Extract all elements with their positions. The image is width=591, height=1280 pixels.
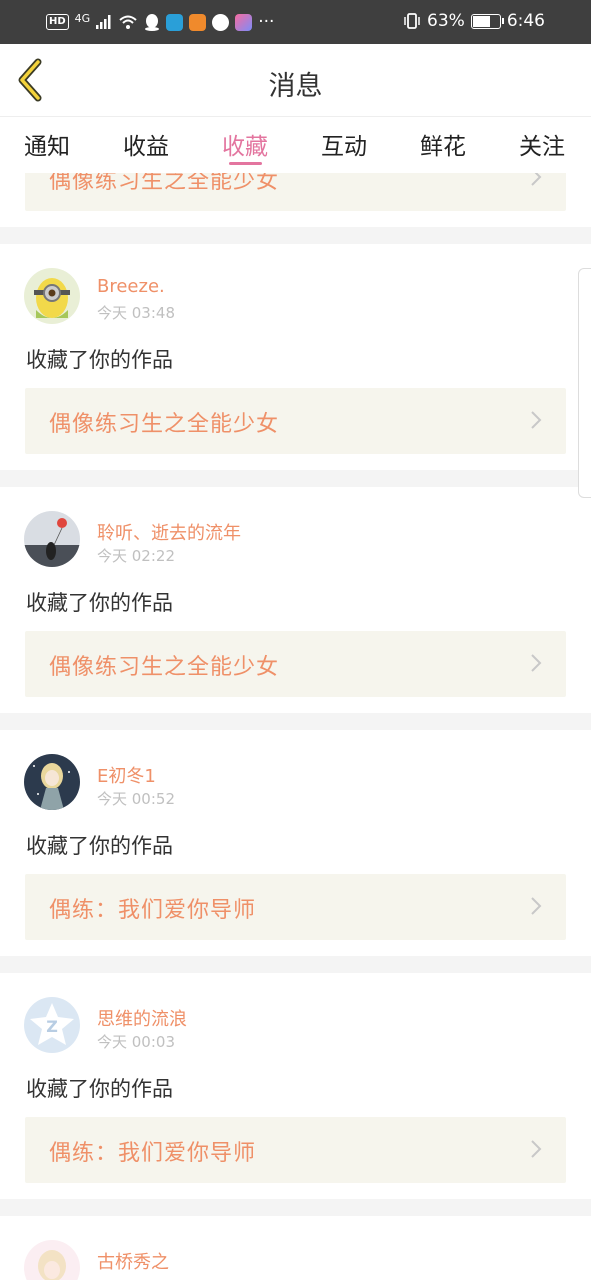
status-bar: HD 4G ··· 63% 6:46	[0, 0, 591, 44]
work-title: 偶练：我们爱你导师	[49, 898, 257, 923]
work-title: 偶练：我们爱你导师	[49, 1141, 257, 1166]
default-z-avatar[interactable]: Z	[24, 997, 80, 1053]
tab-bar: 通知 收益 收藏 互动 鲜花 关注	[0, 117, 591, 173]
tab-notifications[interactable]: 通知	[24, 127, 70, 161]
list-item: E初冬1 今天 00:52 收藏了你的作品 偶练：我们爱你导师	[0, 730, 591, 956]
action-text: 收藏了你的作品	[26, 348, 173, 372]
chevron-right-icon	[531, 1140, 542, 1158]
message-time: 今天 02:22	[97, 547, 175, 565]
more-icon: ···	[258, 12, 275, 32]
page-title: 消息	[268, 71, 323, 102]
app-icon-hand	[212, 13, 230, 31]
side-scroll-handle[interactable]	[578, 268, 591, 498]
message-time: 今天 00:03	[97, 1033, 175, 1051]
svg-text:Z: Z	[46, 1017, 58, 1036]
user-name[interactable]: 古桥秀之	[97, 1248, 169, 1274]
chevron-right-icon	[531, 897, 542, 915]
app-icon-colorful	[235, 13, 253, 31]
chevron-right-icon	[531, 173, 542, 186]
user-name[interactable]: Breeze.	[97, 276, 165, 297]
signal-icon: 4G	[74, 11, 91, 25]
tab-favorites[interactable]: 收藏	[222, 127, 268, 161]
message-list[interactable]: 偶像练习生之全能少女 Breeze. 今天 03:48 收藏了你的作品 偶像练习…	[0, 173, 591, 1280]
status-right: 63% 6:46	[403, 11, 545, 31]
active-tab-underline	[229, 162, 262, 165]
work-title: 偶像练习生之全能少女	[49, 655, 280, 680]
work-link[interactable]: 偶练：我们爱你导师	[25, 1117, 566, 1183]
work-link[interactable]: 偶练：我们爱你导师	[25, 874, 566, 940]
status-left: HD 4G ···	[46, 12, 274, 32]
qq-icon	[145, 14, 160, 31]
chevron-right-icon	[531, 654, 542, 672]
work-title: 偶像练习生之全能少女	[49, 173, 280, 194]
tab-interactions[interactable]: 互动	[321, 127, 367, 161]
action-text: 收藏了你的作品	[26, 1077, 173, 1101]
cellular-icon	[96, 15, 111, 29]
app-icon-blue	[166, 13, 184, 31]
user-name[interactable]: 聆听、逝去的流年	[97, 519, 241, 545]
anime-girl-avatar[interactable]	[24, 754, 80, 810]
work-title: 偶像练习生之全能少女	[49, 412, 280, 437]
list-item: Z 思维的流浪 今天 00:03 收藏了你的作品 偶练：我们爱你导师	[0, 973, 591, 1199]
work-link[interactable]: 偶像练习生之全能少女	[25, 388, 566, 454]
list-item: Breeze. 今天 03:48 收藏了你的作品 偶像练习生之全能少女	[0, 244, 591, 470]
action-text: 收藏了你的作品	[26, 834, 173, 858]
list-item: 聆听、逝去的流年 今天 02:22 收藏了你的作品 偶像练习生之全能少女	[0, 487, 591, 713]
clock: 6:46	[506, 11, 545, 31]
tab-earnings[interactable]: 收益	[123, 127, 169, 161]
app-icon-orange	[189, 13, 207, 31]
chevron-right-icon	[531, 411, 542, 429]
tab-follows[interactable]: 关注	[519, 127, 565, 161]
list-item: 偶像练习生之全能少女	[0, 173, 591, 227]
message-time: 今天 03:48	[97, 304, 175, 322]
battery-icon	[470, 13, 504, 29]
header-bar: 消息	[0, 44, 591, 117]
user-name[interactable]: 思维的流浪	[97, 1005, 187, 1031]
work-link[interactable]: 偶像练习生之全能少女	[25, 173, 566, 211]
minion-avatar[interactable]	[24, 268, 80, 324]
wifi-icon	[119, 15, 137, 29]
action-text: 收藏了你的作品	[26, 591, 173, 615]
user-name[interactable]: E初冬1	[97, 762, 156, 788]
battery-percent: 63%	[427, 11, 465, 31]
anime-pink-avatar[interactable]	[24, 1240, 80, 1280]
hd-badge: HD	[46, 14, 69, 30]
list-item: 古桥秀之	[0, 1216, 591, 1280]
balloon-girl-avatar[interactable]	[24, 511, 80, 567]
work-link[interactable]: 偶像练习生之全能少女	[25, 631, 566, 697]
tab-flowers[interactable]: 鲜花	[420, 127, 466, 161]
vibrate-icon	[404, 13, 420, 29]
message-time: 今天 00:52	[97, 790, 175, 808]
